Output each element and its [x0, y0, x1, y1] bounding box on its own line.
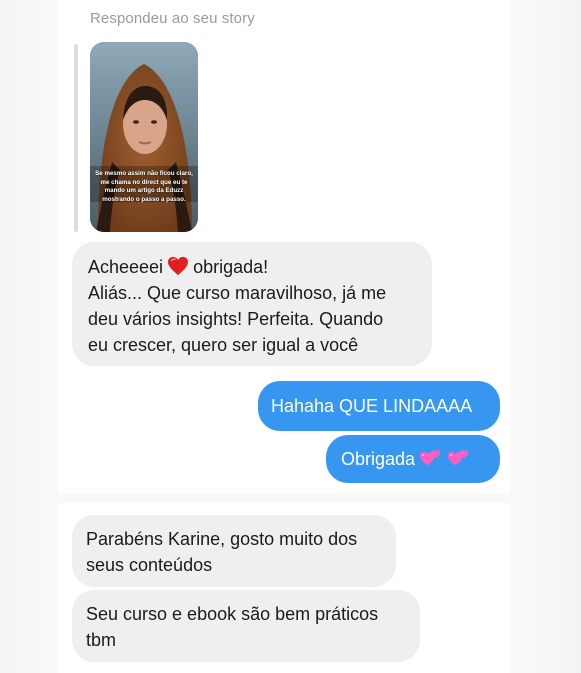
message-line: Seu curso e ebook são bem práticos	[86, 604, 379, 624]
chat-thread: Respondeu ao seu story Se mesmo assim nã…	[0, 0, 581, 673]
message-line: Aliás... Que curso maravilhoso, já me	[88, 283, 387, 303]
message-line: tbm	[86, 630, 117, 650]
incoming-message-bubble[interactable]: Acheeeei obrigada! Aliás... Que curso mar…	[72, 242, 432, 366]
two-hearts-icon	[420, 450, 441, 466]
two-hearts-icon	[448, 450, 469, 466]
story-reply-caption: Respondeu ao seu story	[90, 10, 255, 27]
outgoing-message-bubble[interactable]: Hahaha QUE LINDAAAA	[258, 381, 500, 431]
message-line: deu vários insights! Perfeita. Quando	[88, 309, 384, 329]
message-line: eu crescer, quero ser igual a você	[88, 335, 359, 355]
incoming-message-bubble[interactable]: Seu curso e ebook são bem práticos tbm	[72, 590, 420, 662]
message-line: Hahaha QUE LINDAAAA	[271, 396, 473, 416]
message-line: Parabéns Karine, gosto muito dos	[86, 529, 358, 549]
red-heart-icon	[168, 256, 189, 276]
message-line: Obrigada	[341, 446, 500, 472]
reply-indicator-line	[74, 44, 78, 232]
outgoing-message-bubble[interactable]: Obrigada	[326, 435, 500, 483]
incoming-message-bubble[interactable]: Parabéns Karine, gosto muito dos seus co…	[72, 515, 396, 587]
story-overlay-text: Se mesmo assim não ficou claro, me chama…	[95, 170, 193, 203]
story-thumbnail[interactable]: Se mesmo assim não ficou claro, me chama…	[90, 42, 198, 232]
message-line: seus conteúdos	[86, 555, 213, 575]
message-line: Acheeeei obrigada!	[88, 256, 269, 277]
